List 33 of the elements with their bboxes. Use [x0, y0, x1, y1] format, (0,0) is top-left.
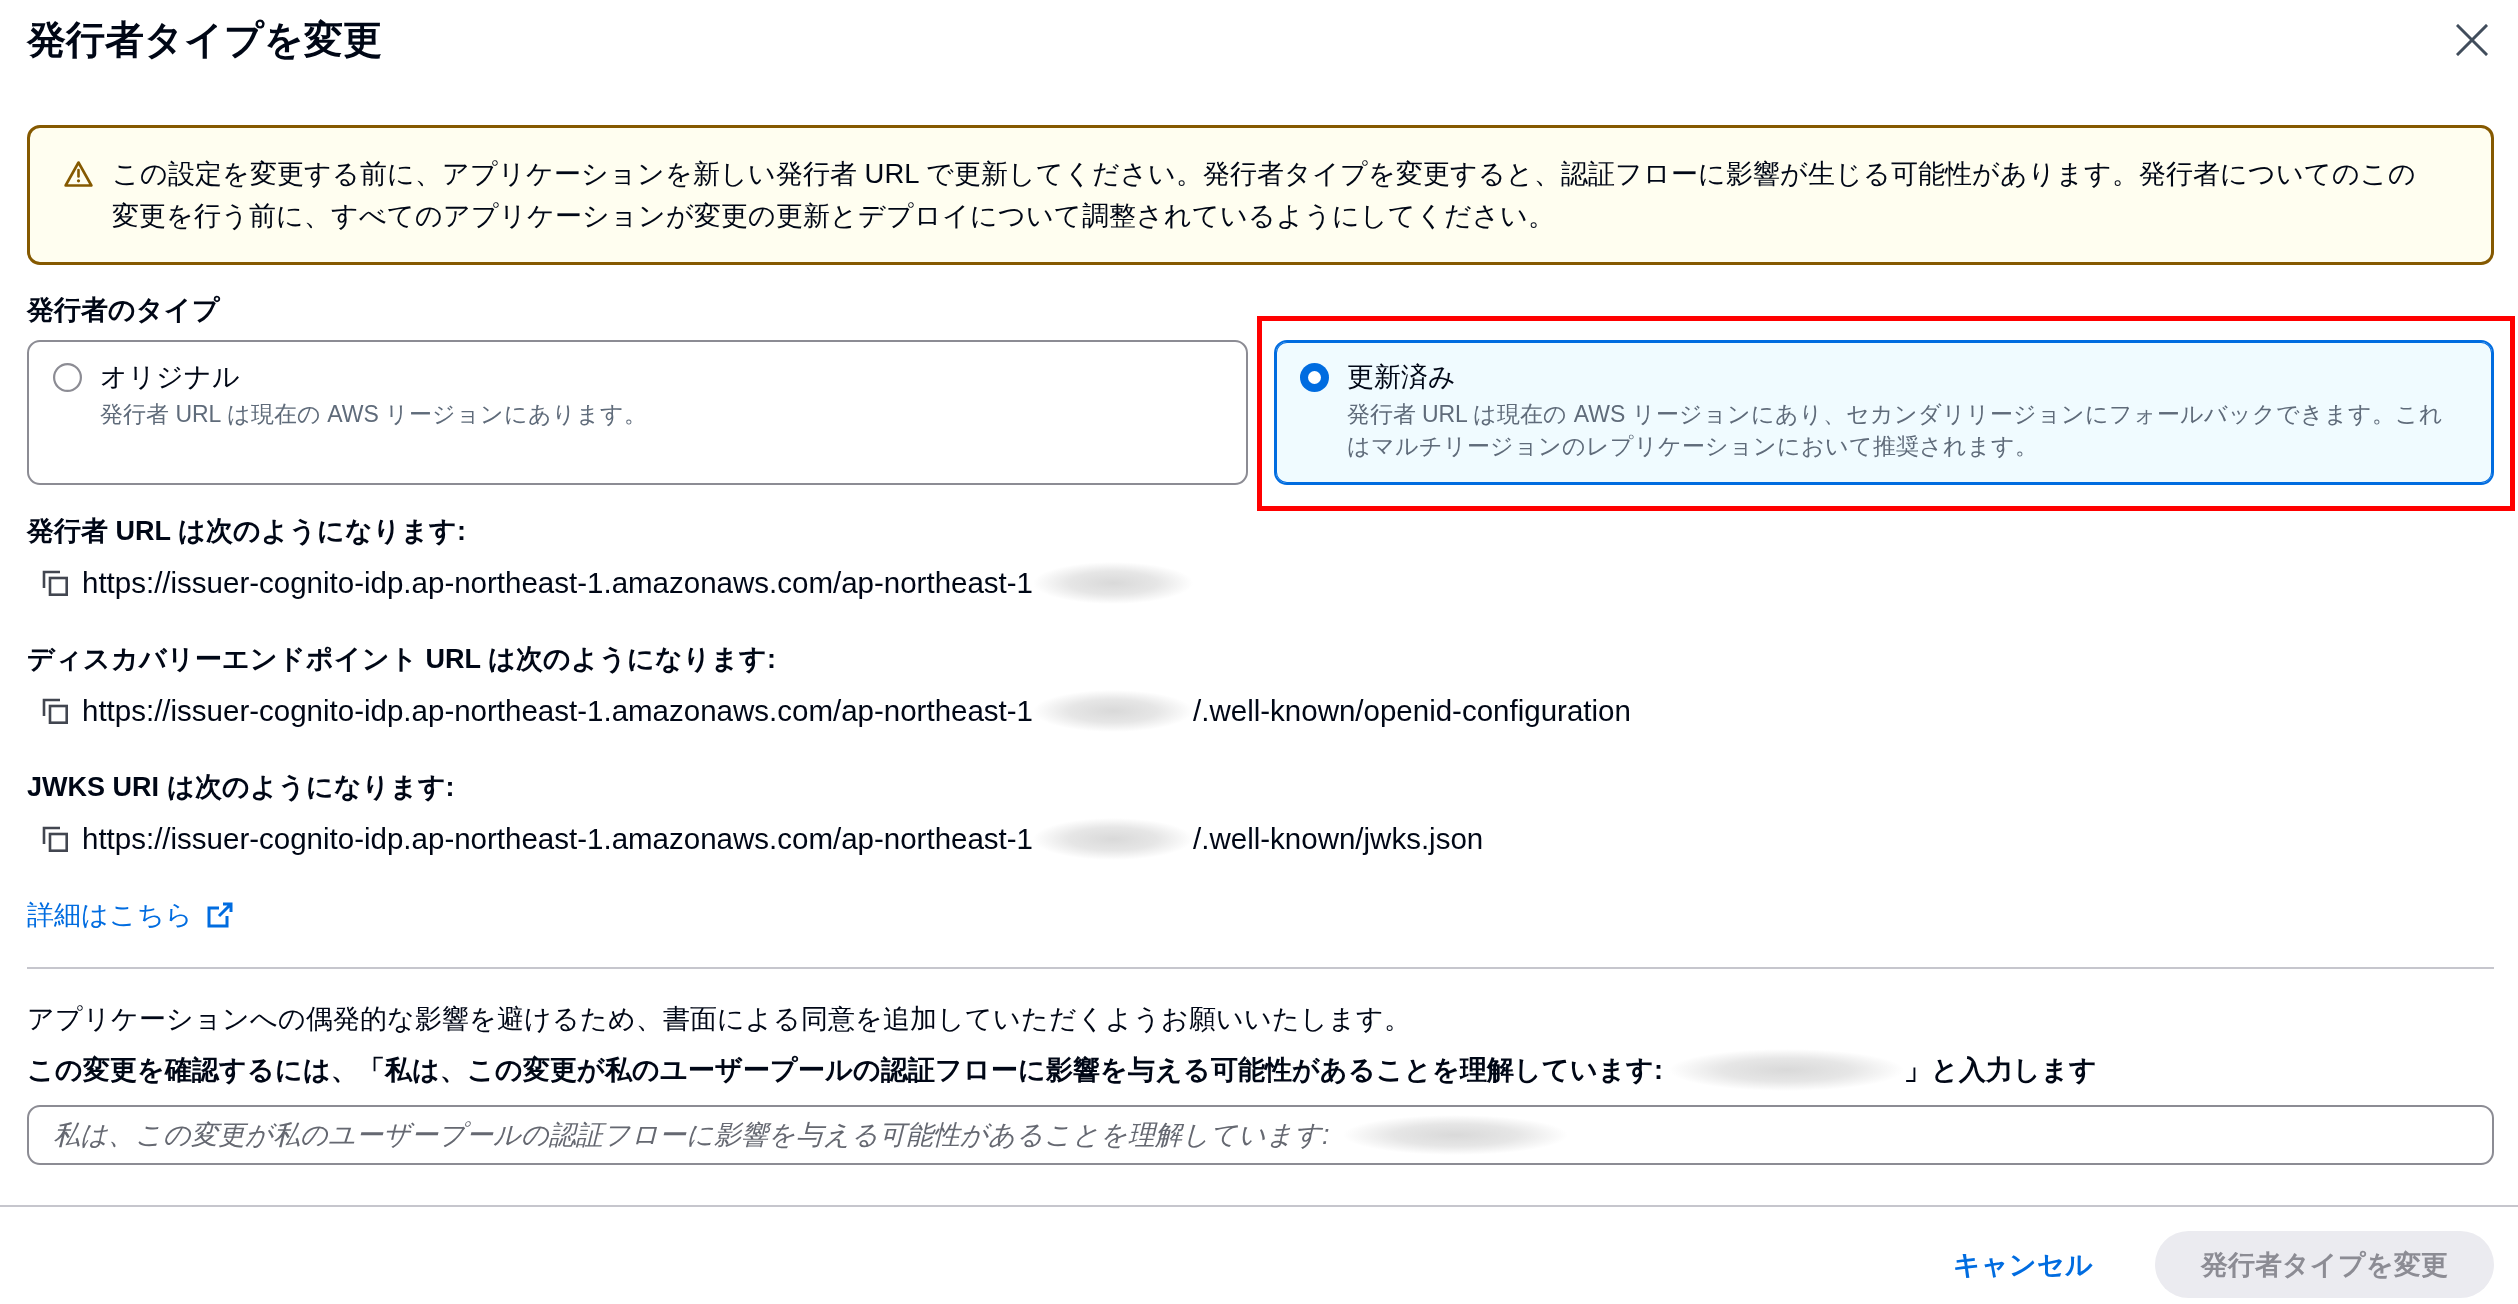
url-text: https://issuer-cognito-idp.ap-northeast-1.amazonaws.com/ap-northeast-1	[82, 821, 1034, 857]
confirm-instruction: この変更を確認するには、「私は、この変更が私のユーザープールの認証フローに影響を与える可能性があることを理解しています:	[27, 1054, 1663, 1087]
radio-button[interactable]	[53, 362, 82, 392]
confirm-instruction: 」と入力します	[1904, 1054, 2097, 1087]
url-text: /.well-known/openid-configuration	[1193, 693, 1631, 729]
copy-button[interactable]	[42, 570, 68, 596]
confirm-input-field[interactable]: 私は、この変更が私のユーザープールの認証フローに影響を与える可能性があることを理解しています:	[27, 1105, 2494, 1165]
option-description: 発行者 URL は現在の AWS リージョンにあり、セカンダリリージョンにフォールバックできます。これはマルチリージョンのレプリケーションにおいて推奨されます。	[1346, 400, 2444, 461]
option-description: 発行者 URL は現在の AWS リージョンにあります。	[100, 400, 648, 429]
warning-icon	[64, 161, 93, 187]
copy-icon	[42, 570, 68, 596]
endpoint-label: JWKS URI は次のようになります:	[27, 771, 456, 804]
close-button[interactable]	[2456, 24, 2488, 56]
dialog-title: 発行者タイプを変更	[27, 17, 382, 63]
url-text: /.well-known/jwks.json	[1193, 821, 1484, 857]
copy-icon	[42, 698, 68, 724]
copy-button[interactable]	[42, 698, 68, 724]
endpoint-label: ディスカバリーエンドポイント URL は次のようになります:	[27, 643, 777, 676]
endpoint-label: 発行者 URL は次のようになります:	[27, 515, 467, 548]
radio-option-card[interactable]: オリジナル 発行者 URL は現在の AWS リージョンにあります。	[27, 340, 1248, 485]
copy-icon	[42, 826, 68, 852]
copy-button[interactable]	[42, 826, 68, 852]
option-label: オリジナル	[100, 361, 241, 394]
field-label: 発行者のタイプ	[27, 294, 221, 327]
learn-more-link[interactable]: 詳細はこちら	[27, 897, 233, 933]
cancel-button[interactable]: キャンセル	[1929, 1231, 2117, 1298]
consent-description: アプリケーションへの偶発的な影響を避けるため、書面による同意を追加していただくようお願いいたします。	[27, 1003, 1412, 1036]
close-icon	[2456, 24, 2488, 56]
radio-button[interactable]	[1299, 362, 1329, 392]
warning-text: この設定を変更する前に、アプリケーションを新しい発行者 URL で更新してください。発行者タイプを変更すると、認証フローに影響が生じる可能性があります。発行者についてのこの変更を行う前に、すべてのアプリケーションが変更の更新とデプロイについて調整されているようにしてください。	[112, 157, 2417, 233]
url-text: https://issuer-cognito-idp.ap-northeast-1.amazonaws.com/ap-northeast-1	[82, 565, 1034, 601]
url-text: https://issuer-cognito-idp.ap-northeast-1.amazonaws.com/ap-northeast-1	[82, 693, 1034, 729]
option-label: 更新済み	[1346, 361, 1457, 394]
